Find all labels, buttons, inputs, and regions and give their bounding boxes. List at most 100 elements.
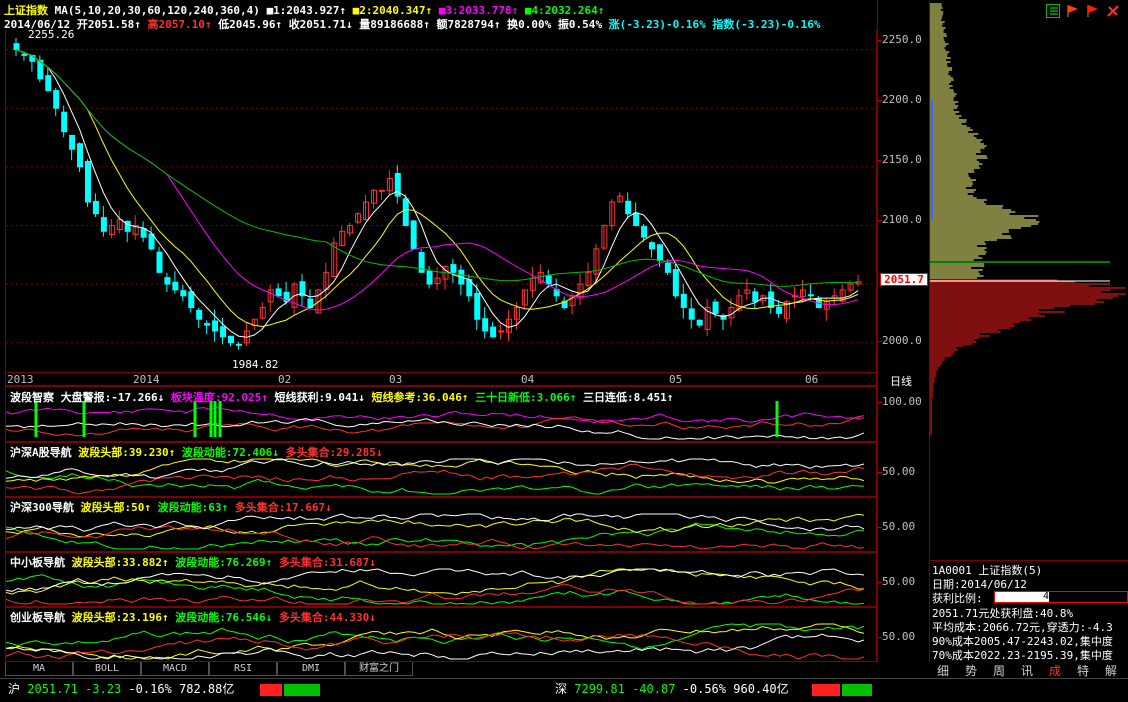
candle-body [172, 281, 179, 291]
side-tab-detail[interactable]: 细 [929, 662, 957, 678]
indicator-5-axis: 50.00 [877, 607, 929, 662]
sz-amount: 960.40亿 [733, 682, 789, 696]
side-tabs: 细 势 周 讯 成 特 解 [929, 662, 1128, 678]
candle-body [664, 262, 671, 273]
indicator-line [6, 568, 865, 596]
candle-body [641, 226, 648, 238]
indicator-panel-4[interactable]: 中小板导航 波段头部:33.882↑ 波段动能:76.269↑ 多头集合:31.… [5, 552, 877, 607]
candle-body [220, 326, 227, 338]
side-tab-week[interactable]: 周 [985, 662, 1013, 678]
ma-line-40 [15, 49, 859, 287]
candle-body [712, 301, 719, 314]
candle-body [188, 291, 195, 309]
indicator-line [6, 631, 865, 660]
indicator-value: 短线参考:36.046↑ [371, 391, 469, 404]
profit-label: 获利比例: [932, 592, 983, 605]
sz-index-status[interactable]: 深 7299.81 -40.87 -0.56% 960.40亿 [555, 680, 789, 697]
sh-pct: -0.16% [128, 682, 172, 696]
tab-dmi[interactable]: DMI [277, 662, 345, 676]
side-tab-trend[interactable]: 势 [957, 662, 985, 678]
x-label-04: 04 [521, 373, 535, 386]
candle-body [490, 326, 497, 338]
indicator-1-axis: 100.00 [877, 386, 929, 442]
indicator-panel-3[interactable]: 沪深300导航 波段头部:50↑ 波段动能:63↑ 多头集合:17.667↓ [5, 497, 877, 552]
candle-body [100, 217, 107, 232]
candlestick-chart[interactable] [6, 30, 876, 386]
candle-body [680, 293, 687, 309]
indicator-line [6, 633, 865, 660]
indicator-value: 波段动能:76.546↓ [175, 611, 273, 624]
chip-distribution-panel[interactable] [929, 0, 1128, 560]
sz-pct: -0.56% [682, 682, 727, 696]
indicator-1-title: 波段智察 [10, 391, 54, 404]
indicator-value: 波段头部:33.882↑ [71, 556, 169, 569]
tab-macd[interactable]: MACD [141, 662, 209, 676]
side-tab-special[interactable]: 特 [1069, 662, 1097, 678]
candle-body [625, 200, 632, 215]
indicator-value: 多头集合:29.285↓ [285, 446, 383, 459]
tab-rsi[interactable]: RSI [209, 662, 277, 676]
indicator-2-title: 沪深A股导航 [10, 446, 72, 459]
side-tab-cost[interactable]: 成 [1041, 662, 1069, 678]
x-label-03: 03 [389, 373, 403, 386]
candle-body [752, 291, 759, 303]
date-axis: 2013 2014 02 03 04 05 06 [5, 372, 877, 387]
candle-body [402, 198, 409, 226]
cost-70-range: 70%成本2022.23-2195.39,集中度 [932, 649, 1113, 662]
candle-body [688, 308, 695, 320]
profit-ratio-value: 40.8% [1043, 591, 1074, 602]
indicator-value: 大盘警报:-17.266↓ [60, 391, 165, 404]
candle-body [275, 288, 282, 297]
side-tab-explain[interactable]: 解 [1097, 662, 1125, 678]
profit-ratio-bar: 40.8% [994, 591, 1128, 603]
candle-body [77, 143, 84, 168]
candle-body [482, 318, 489, 332]
main-chart-panel[interactable]: 2255.26 1984.82 [5, 28, 877, 386]
indicator-panel-2[interactable]: 沪深A股导航 波段头部:39.230↑ 波段动能:72.406↓ 多头集合:29… [5, 442, 877, 497]
price-axis: 2250.0 2200.0 2150.0 2100.0 2000.0 2051.… [877, 0, 929, 386]
indicator-line [6, 525, 865, 550]
indicator-value: 短线获利:9.041↓ [274, 391, 365, 404]
ma-line-5 [15, 49, 859, 338]
sh-value: 2051.71 [27, 682, 78, 696]
candle-body [45, 75, 52, 92]
candle-body [148, 233, 155, 250]
indicator-line [6, 458, 865, 479]
indicator-line [6, 568, 865, 592]
candle-body [672, 269, 679, 297]
indicator-4-axis: 50.00 [877, 552, 929, 607]
candle-body [235, 343, 242, 346]
indicator-value: 波段动能:76.269↑ [175, 556, 273, 569]
tab-boll[interactable]: BOLL [73, 662, 141, 676]
candle-body [196, 309, 203, 320]
candle-body [84, 160, 91, 203]
candle-body [776, 306, 783, 314]
low-price-label: 1984.82 [232, 358, 279, 371]
indicator-panel-1[interactable]: 波段智察 大盘警报:-17.266↓ 板块温度:92.025↑ 短线获利:9.0… [5, 386, 877, 442]
indicator-panel-5[interactable]: 创业板导航 波段头部:23.196↑ 波段动能:76.546↓ 多头集合:44.… [5, 607, 877, 662]
candle-body [426, 270, 433, 285]
candle-body [164, 277, 171, 285]
indicator-value: 多头集合:44.330↓ [278, 611, 376, 624]
candle-body [545, 275, 552, 285]
x-label-02: 02 [278, 373, 292, 386]
indicator-value: 波段头部:23.196↑ [71, 611, 169, 624]
candle-body [656, 244, 663, 262]
candle-body [69, 134, 76, 150]
tab-wealth-gate[interactable]: 财富之门 [345, 662, 413, 676]
sh-index-status[interactable]: 沪 2051.71 -3.23 -0.16% 782.88亿 [8, 680, 234, 697]
sh-label: 沪 [8, 682, 21, 696]
indicator-value: 波段动能:63↑ [157, 501, 229, 514]
tab-ma[interactable]: MA [5, 662, 73, 676]
side-tab-news[interactable]: 讯 [1013, 662, 1041, 678]
indicator-line [6, 623, 865, 660]
sh-change: -3.23 [85, 682, 122, 696]
candle-body [212, 320, 219, 332]
cost-info-panel: 1A0001 上证指数(5) 日期:2014/06/12 获利比例: 40.8%… [929, 560, 1128, 662]
indicator-line [6, 623, 865, 651]
candle-body [156, 251, 163, 273]
indicator-value: 板块温度:92.025↑ [170, 391, 268, 404]
indicator-line [6, 463, 865, 495]
indicator-value: 波段动能:72.406↓ [181, 446, 279, 459]
sz-value: 7299.81 [574, 682, 625, 696]
